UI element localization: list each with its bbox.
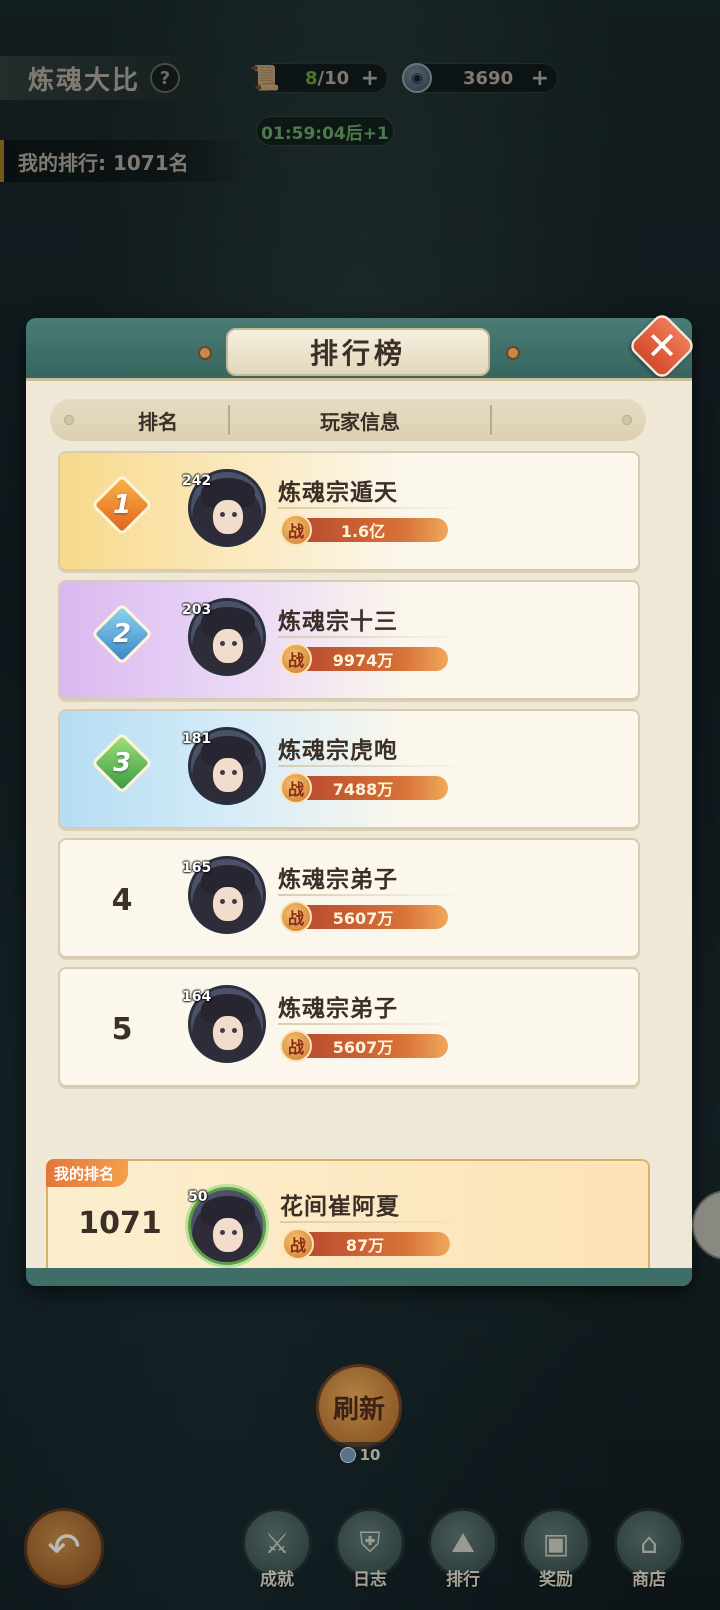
- player-level: 165: [182, 860, 212, 876]
- combat-power-value: 1.6亿: [298, 518, 448, 542]
- player-level: 50: [188, 1189, 208, 1205]
- knob-ornament: [492, 344, 520, 360]
- divider: [280, 1221, 470, 1223]
- knob-ornament: [198, 344, 226, 360]
- ranking-row[interactable]: 2 203 炼魂宗十三 9974万 战: [58, 580, 640, 700]
- battle-icon: 战: [280, 643, 312, 675]
- modal-title: 排行榜: [226, 328, 490, 376]
- close-icon[interactable]: ✕: [632, 316, 692, 376]
- column-rank: 排名: [138, 409, 178, 434]
- combat-power-value: 9974万: [298, 647, 448, 671]
- nav-label-reward: 奖励: [539, 1570, 573, 1590]
- header-dot: [622, 415, 632, 425]
- player-name: 炼魂宗弟子: [278, 867, 398, 893]
- rank-number: 5: [111, 1011, 133, 1047]
- back-arrow-icon[interactable]: ↶: [24, 1508, 104, 1588]
- divider: [278, 894, 468, 896]
- header-dot: [64, 415, 74, 425]
- my-rank-row[interactable]: 我的排名 1071 50 花间崔阿夏 87万 战: [46, 1159, 650, 1283]
- combat-power: 7488万 战: [280, 772, 450, 804]
- divider: [278, 765, 468, 767]
- nav-label-achievement: 成就: [260, 1570, 294, 1590]
- coin-icon: [339, 1447, 356, 1463]
- divider: [278, 1023, 468, 1025]
- rank-number: 4: [111, 882, 133, 918]
- player-level: 242: [182, 473, 212, 489]
- refresh-cost: 10: [322, 1442, 398, 1468]
- nav-label-ranking: 排行: [446, 1570, 480, 1590]
- refresh-button[interactable]: 刷新: [316, 1364, 402, 1450]
- modal-body: 排名 玩家信息 1 242 炼魂宗遁天 1.6亿 战 2 203 炼魂宗十三 9…: [26, 378, 692, 1283]
- rank-number: 1: [112, 490, 132, 520]
- combat-power-value: 7488万: [298, 776, 448, 800]
- divider: [278, 507, 468, 509]
- player-name: 炼魂宗十三: [278, 609, 398, 635]
- column-player: 玩家信息: [320, 409, 400, 434]
- combat-power-value: 87万: [300, 1232, 450, 1256]
- nav-label-shop: 商店: [632, 1570, 666, 1590]
- nav-label-log: 日志: [353, 1570, 387, 1590]
- player-name: 炼魂宗弟子: [278, 996, 398, 1022]
- column-divider: [490, 405, 492, 435]
- combat-power: 87万 战: [282, 1228, 452, 1260]
- combat-power-value: 5607万: [298, 905, 448, 929]
- combat-power: 5607万 战: [280, 1030, 450, 1062]
- combat-power: 1.6亿 战: [280, 514, 450, 546]
- column-header: 排名 玩家信息: [50, 399, 646, 441]
- combat-power: 5607万 战: [280, 901, 450, 933]
- battle-icon: 战: [280, 772, 312, 804]
- player-name: 炼魂宗虎咆: [278, 738, 398, 764]
- player-level: 203: [182, 602, 212, 618]
- player-name: 炼魂宗遁天: [278, 480, 398, 506]
- ranking-row[interactable]: 1 242 炼魂宗遁天 1.6亿 战: [58, 451, 640, 571]
- player-name: 花间崔阿夏: [280, 1194, 400, 1220]
- rank-number: 2: [112, 619, 132, 649]
- rank-number: 3: [112, 748, 132, 778]
- combat-power-value: 5607万: [298, 1034, 448, 1058]
- leaderboard-modal: 排行榜 ✕ 排名 玩家信息 1 242 炼魂宗遁天 1.6亿 战 2 203 炼…: [26, 311, 697, 1286]
- my-rank-number: 1071: [78, 1205, 162, 1241]
- battle-icon: 战: [282, 1228, 314, 1260]
- player-level: 164: [182, 989, 212, 1005]
- ranking-list[interactable]: 1 242 炼魂宗遁天 1.6亿 战 2 203 炼魂宗十三 9974万 战 3…: [58, 451, 660, 1111]
- battle-icon: 战: [280, 901, 312, 933]
- ranking-row[interactable]: 4 165 炼魂宗弟子 5607万 战: [58, 838, 640, 958]
- ranking-row[interactable]: 5 164 炼魂宗弟子 5607万 战: [58, 967, 640, 1087]
- player-level: 181: [182, 731, 212, 747]
- ranking-row[interactable]: 3 181 炼魂宗虎咆 7488万 战: [58, 709, 640, 829]
- battle-icon: 战: [280, 1030, 312, 1062]
- divider: [278, 636, 468, 638]
- battle-icon: 战: [280, 514, 312, 546]
- combat-power: 9974万 战: [280, 643, 450, 675]
- modal-footer: [26, 1268, 692, 1286]
